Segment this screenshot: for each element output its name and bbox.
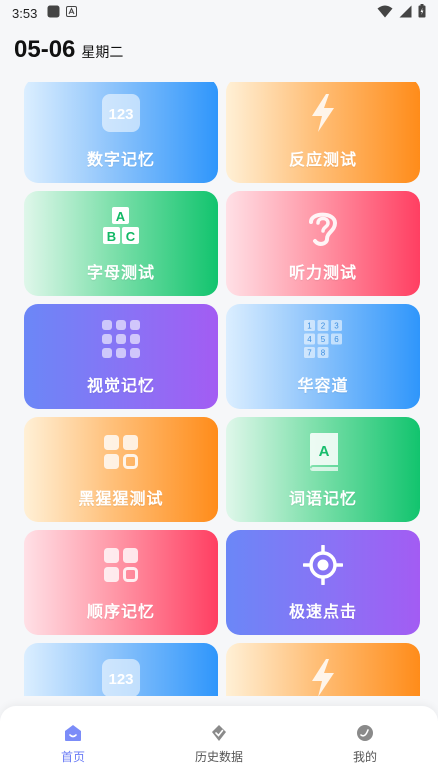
abc-letters-icon: A B C [100,205,142,247]
letter-c: C [126,229,136,244]
profile-icon [356,724,374,742]
card-letter-test[interactable]: A B C 字母测试 [24,191,218,296]
card-label: 字母测试 [86,263,155,282]
card-reaction-test[interactable]: 反应测试 [226,82,420,183]
signal-icon [399,5,412,22]
tile-5: 5 [321,335,326,344]
tile-2: 2 [321,322,326,331]
home-icon [64,724,82,742]
status-time: 3:53 [12,5,38,21]
date-header: 05-06 星期二 [14,36,123,64]
card-label: 极速点击 [288,602,357,621]
card-chimp-test[interactable]: 黑猩猩测试 [24,417,218,522]
lightning-icon [302,657,344,696]
tile-1: 1 [307,322,312,331]
card-label: 华容道 [297,376,349,395]
dots-grid-icon [100,318,142,360]
card-visual-memory[interactable]: 视觉记忆 [24,304,218,409]
squares-icon [100,431,142,473]
card-label: 听力测试 [288,263,357,282]
tile-3: 3 [334,322,339,331]
card-label: 顺序记忆 [86,602,155,621]
game-grid: 123 数字记忆 反应测试 A B C 字母测试 听力测试 视觉记忆 1 2 3… [24,82,420,696]
card-sequence-memory[interactable]: 顺序记忆 [24,530,218,635]
card-label: 词语记忆 [288,489,357,508]
card-reaction-test-partial[interactable] [226,643,420,696]
card-label: 反应测试 [288,150,357,169]
squares-icon [100,544,142,586]
nav-history-label: 历史数据 [194,750,243,764]
bottom-navigation: 首页 历史数据 我的 [0,706,438,780]
weekday-text: 星期二 [81,45,124,61]
tile-8: 8 [321,349,326,358]
battery-icon [418,4,426,22]
number-123-icon: 123 [100,657,142,696]
card-label: 视觉记忆 [86,376,155,395]
history-icon [210,724,228,742]
tile-6: 6 [334,335,339,344]
card-number-memory[interactable]: 123 数字记忆 [24,82,218,183]
nav-home-label: 首页 [60,750,85,764]
nav-profile-label: 我的 [352,750,377,764]
card-speed-click[interactable]: 极速点击 [226,530,420,635]
wifi-icon [377,5,393,22]
game-list[interactable]: 123 数字记忆 反应测试 A B C 字母测试 听力测试 视觉记忆 1 2 3… [0,82,438,696]
card-hearing-test[interactable]: 听力测试 [226,191,420,296]
keyboard-a-icon [66,5,78,21]
lightning-icon [302,92,344,134]
number-123-icon: 123 [100,92,142,134]
tile-7: 7 [307,349,312,358]
card-word-memory[interactable]: A 词语记忆 [226,417,420,522]
nav-history[interactable]: 历史数据 [146,706,292,780]
status-bar: 3:53 [0,0,438,26]
book-icon: A [302,431,344,473]
app-screen: 3:53 05-06 星期二 123 数字记忆 反应测试 A B C 字母测试 … [0,0,438,780]
icon-123-text: 123 [108,671,133,688]
notification-square-icon [47,5,60,22]
card-klotski[interactable]: 1 2 3 4 5 6 7 8 华容道 [226,304,420,409]
ear-icon [302,205,344,247]
number-grid-icon: 1 2 3 4 5 6 7 8 [302,318,344,360]
letter-a: A [116,209,126,224]
date-text: 05-06 [14,36,76,63]
tile-4: 4 [307,335,312,344]
card-label: 数字记忆 [86,150,155,169]
card-label: 黑猩猩测试 [78,489,164,508]
card-number-memory-partial[interactable]: 123 [24,643,218,696]
icon-123-text: 123 [108,106,133,123]
nav-home[interactable]: 首页 [0,706,146,780]
book-letter: A [319,443,330,460]
target-icon [302,544,344,586]
letter-b: B [107,229,116,244]
nav-profile[interactable]: 我的 [292,706,438,780]
